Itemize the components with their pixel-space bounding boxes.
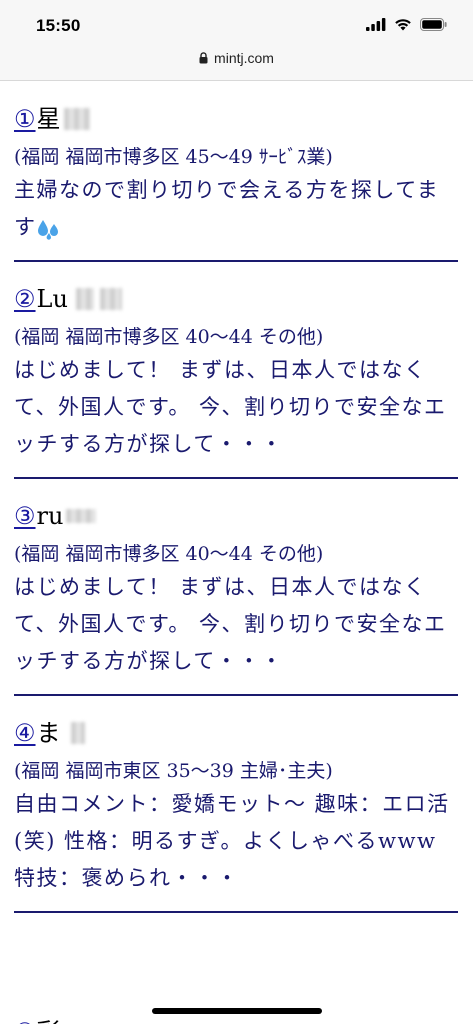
list-item: ③ ru (福岡 福岡市博多区 40〜44 その他) はじめまして！ まずは、日… bbox=[14, 479, 458, 696]
entry-title: ④ ま bbox=[14, 716, 458, 750]
entry-meta: (福岡 福岡市博多区 40〜44 その他) bbox=[14, 543, 324, 565]
entry-name[interactable]: ま bbox=[37, 716, 61, 750]
lock-icon bbox=[199, 52, 208, 64]
entry-meta: (福岡 福岡市東区 35〜39 主婦･主夫) bbox=[14, 760, 333, 782]
entry-number-link[interactable]: ① bbox=[14, 102, 36, 136]
entry-title: ② Lu bbox=[14, 282, 458, 316]
sweat-droplets-icon bbox=[37, 219, 58, 240]
entry-name[interactable]: 彩 bbox=[37, 1018, 61, 1024]
signal-icon bbox=[366, 18, 386, 31]
list-item: ① 星 (福岡 福岡市博多区 45〜49 ｻｰﾋﾞｽ業) 主婦なので割り切りで会… bbox=[14, 82, 458, 262]
status-bar: 15:50 bbox=[0, 0, 473, 52]
listing: ① 星 (福岡 福岡市博多区 45〜49 ｻｰﾋﾞｽ業) 主婦なので割り切りで会… bbox=[14, 82, 458, 913]
entry-number-link[interactable]: ④ bbox=[14, 716, 36, 750]
entry-title: ③ ru bbox=[14, 499, 458, 533]
entry-name[interactable]: ru bbox=[37, 499, 64, 533]
entry-name[interactable]: Lu bbox=[37, 282, 68, 316]
entry-comment: 自由コメント：愛嬌モット〜 趣味：エロ活(笑) 性格：明るすぎ。よくしゃべるww… bbox=[14, 792, 450, 890]
url-text: mintj.com bbox=[214, 50, 274, 66]
entry-meta: (福岡 福岡市博多区 45〜49 ｻｰﾋﾞｽ業) bbox=[14, 146, 333, 168]
list-item: ④ ま (福岡 福岡市東区 35〜39 主婦･主夫) 自由コメント：愛嬌モット〜… bbox=[14, 696, 458, 913]
entry-name[interactable]: 星 bbox=[37, 102, 61, 136]
blurred-name bbox=[75, 288, 94, 310]
blurred-name bbox=[99, 288, 122, 310]
entry-number-link[interactable]: ③ bbox=[14, 499, 36, 533]
entry-comment: はじめまして！ まずは、日本人ではなくて、外国人です。 今、割り切りで安全なエッ… bbox=[14, 575, 447, 673]
entry-number-link[interactable]: ② bbox=[14, 282, 36, 316]
status-icons bbox=[366, 18, 447, 31]
blurred-name bbox=[63, 108, 90, 130]
blurred-name bbox=[70, 722, 85, 744]
status-time: 15:50 bbox=[36, 16, 81, 35]
address-bar[interactable]: mintj.com bbox=[0, 46, 473, 81]
entry-comment: 主婦なので割り切りで会える方を探してます bbox=[14, 178, 440, 240]
wifi-icon bbox=[395, 19, 411, 31]
entry-meta: (福岡 福岡市博多区 40〜44 その他) bbox=[14, 326, 324, 348]
blurred-name bbox=[66, 509, 97, 523]
home-indicator[interactable] bbox=[152, 1008, 322, 1014]
entry-comment: はじめまして！ まずは、日本人ではなくて、外国人です。 今、割り切りで安全なエッ… bbox=[14, 358, 447, 456]
battery-icon bbox=[420, 18, 447, 31]
next-entry-peek: ⑤彩 bbox=[14, 1012, 61, 1024]
list-item: ② Lu (福岡 福岡市博多区 40〜44 その他) はじめまして！ まずは、日… bbox=[14, 262, 458, 479]
entry-number-link[interactable]: ⑤ bbox=[14, 1018, 36, 1024]
entry-title: ① 星 bbox=[14, 102, 458, 136]
